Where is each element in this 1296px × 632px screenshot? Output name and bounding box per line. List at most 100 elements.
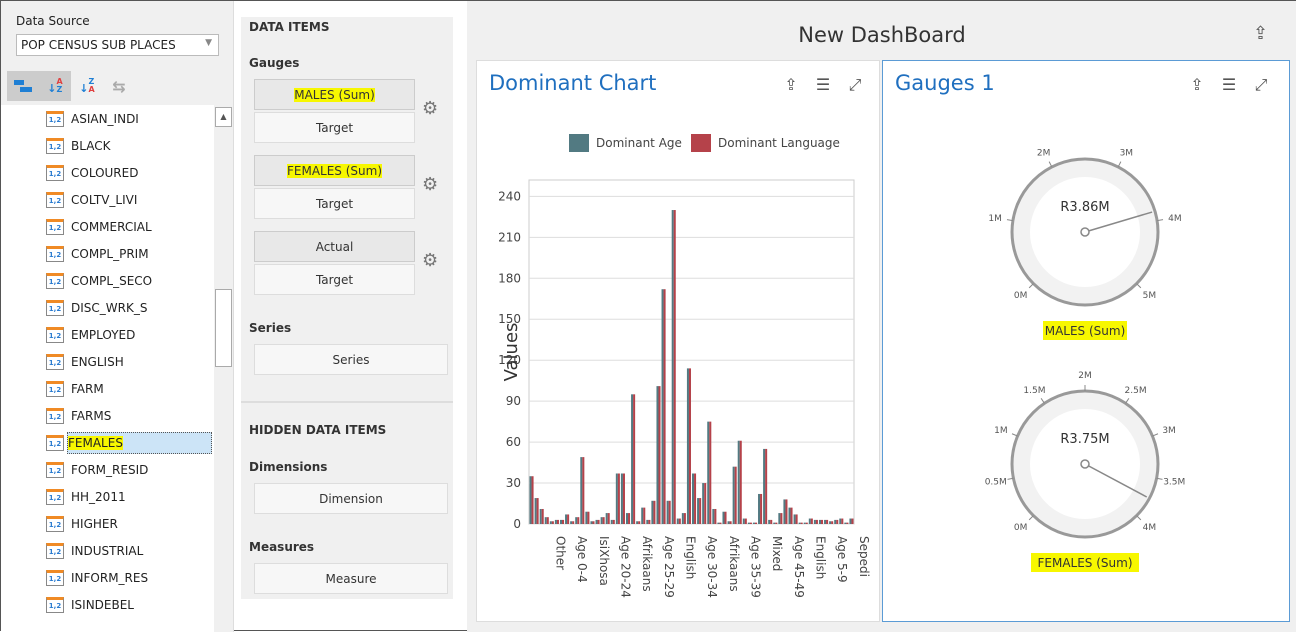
field-item[interactable]: 1,2 BLACK bbox=[46, 135, 212, 157]
data-source-label: Data Source bbox=[16, 14, 90, 28]
field-item[interactable]: 1,2 COMPL_PRIM bbox=[46, 243, 212, 265]
numeric-field-icon: 1,2 bbox=[46, 570, 64, 586]
field-label: INFORM_RES bbox=[71, 571, 149, 585]
field-item[interactable]: 1,2 INDUSTRIAL bbox=[46, 540, 212, 562]
field-item[interactable]: 1,2 FARMS bbox=[46, 405, 212, 427]
bar bbox=[798, 522, 801, 524]
bar bbox=[732, 466, 735, 524]
field-item[interactable]: 1,2 COMMERCIAL bbox=[46, 216, 212, 238]
bar bbox=[770, 519, 773, 524]
field-label: FEMALES bbox=[68, 436, 123, 450]
numeric-field-icon: 1,2 bbox=[46, 543, 64, 559]
gauge-actual-well[interactable]: MALES (Sum) bbox=[254, 79, 415, 110]
export-icon[interactable]: ⇪ bbox=[1253, 23, 1268, 44]
field-item[interactable]: 1,2 ENGLISH bbox=[46, 351, 212, 373]
bar bbox=[773, 522, 776, 524]
field-item[interactable]: 1,2 INFORM_RES bbox=[46, 567, 212, 589]
x-tick-label: Age 20-24 bbox=[619, 536, 633, 598]
bar bbox=[570, 521, 573, 524]
scroll-thumb[interactable] bbox=[215, 289, 232, 367]
field-label: COMPL_PRIM bbox=[71, 247, 149, 261]
field-item[interactable]: 1,2 FARM bbox=[46, 378, 212, 400]
field-label: FARMS bbox=[71, 409, 112, 423]
numeric-field-icon: 1,2 bbox=[46, 489, 64, 505]
hidden-data-items-heading: HIDDEN DATA ITEMS bbox=[249, 423, 387, 437]
y-axis-title: Values bbox=[501, 323, 522, 382]
field-item[interactable]: 1,2 COLTV_LIVI bbox=[46, 189, 212, 211]
gear-icon[interactable]: ⚙ bbox=[422, 174, 438, 195]
gauge-caption: MALES (Sum) bbox=[1045, 324, 1126, 338]
gauge-tick bbox=[1040, 398, 1045, 404]
field-item[interactable]: 1,2 COMPL_SECO bbox=[46, 270, 212, 292]
dimension-well[interactable]: Dimension bbox=[254, 483, 448, 514]
sort-z-a-button[interactable]: ↓Z A bbox=[71, 71, 103, 101]
bar bbox=[729, 521, 732, 524]
data-source-select[interactable]: POP CENSUS SUB PLACES ▼ bbox=[16, 34, 219, 56]
field-item[interactable]: 1,2 ASIAN_INDI bbox=[46, 108, 212, 130]
field-item[interactable]: 1,2 HH_2011 bbox=[46, 486, 212, 508]
bar bbox=[841, 518, 844, 524]
bar bbox=[783, 499, 786, 524]
field-label: ASIAN_INDI bbox=[71, 112, 139, 126]
field-item[interactable]: 1,2 DISC_WRK_S bbox=[46, 297, 212, 319]
gauge-target-well[interactable]: Target bbox=[254, 112, 415, 143]
sort-z-a-icon: ↓Z A bbox=[79, 76, 95, 95]
field-label: FORM_RESID bbox=[71, 463, 149, 477]
field-item[interactable]: 1,2 ISINDEBEL bbox=[46, 594, 212, 616]
bar bbox=[810, 518, 813, 524]
field-list-panel: Data Source POP CENSUS SUB PLACES ▼ ↓A Z ↓… bbox=[1, 1, 234, 632]
scroll-up-icon[interactable]: ▲ bbox=[215, 107, 232, 127]
field-label: ENGLISH bbox=[71, 355, 124, 369]
group-by-type-icon bbox=[14, 80, 32, 92]
field-item[interactable]: 1,2 FEMALES bbox=[46, 432, 212, 454]
bar bbox=[648, 519, 651, 524]
sort-a-z-button[interactable]: ↓A Z bbox=[39, 71, 71, 101]
bar bbox=[575, 517, 578, 524]
field-item[interactable]: 1,2 COLOURED bbox=[46, 162, 212, 184]
numeric-field-icon: 1,2 bbox=[46, 462, 64, 478]
gauge-tick-label: 4M bbox=[1168, 214, 1182, 224]
bar bbox=[754, 522, 758, 524]
bar bbox=[536, 498, 539, 524]
swap-button[interactable]: ⇆ bbox=[103, 71, 135, 101]
gauge-actual-label: FEMALES (Sum) bbox=[286, 163, 383, 178]
gear-icon[interactable]: ⚙ bbox=[422, 250, 438, 271]
gauge-actual-label: Actual bbox=[315, 239, 354, 254]
field-item[interactable]: 1,2 EMPLOYED bbox=[46, 324, 212, 346]
measure-well[interactable]: Measure bbox=[254, 563, 448, 594]
gauge-target-well[interactable]: Target bbox=[254, 188, 415, 219]
gauge-actual-label: MALES (Sum) bbox=[294, 87, 375, 102]
field-item[interactable]: 1,2 HIGHER bbox=[46, 513, 212, 535]
bar bbox=[582, 457, 585, 524]
bar bbox=[763, 448, 766, 524]
gear-icon[interactable]: ⚙ bbox=[422, 98, 438, 119]
bar bbox=[617, 473, 620, 524]
bar bbox=[688, 368, 691, 524]
gauge-actual-well[interactable]: Actual bbox=[254, 231, 415, 262]
field-list-scrollbar[interactable]: ▲ bbox=[214, 105, 233, 632]
gauge-caption: FEMALES (Sum) bbox=[1037, 556, 1132, 570]
series-well[interactable]: Series bbox=[254, 344, 448, 375]
bar bbox=[834, 519, 837, 524]
bar bbox=[656, 386, 659, 524]
gauge-tick-label: 5M bbox=[1143, 291, 1157, 301]
x-tick-label: Age 35-39 bbox=[749, 536, 763, 598]
bar bbox=[658, 386, 661, 524]
dashboard-title: New DashBoard bbox=[798, 23, 966, 47]
bar bbox=[678, 518, 681, 524]
bar bbox=[826, 519, 829, 524]
gauge-actual-well[interactable]: FEMALES (Sum) bbox=[254, 155, 415, 186]
gauge-tick-label: 3.5M bbox=[1163, 477, 1185, 487]
group-by-type-button[interactable] bbox=[7, 71, 39, 101]
bar bbox=[531, 476, 534, 524]
bar bbox=[668, 500, 671, 524]
numeric-field-icon: 1,2 bbox=[46, 246, 64, 262]
bar bbox=[742, 518, 745, 524]
bar bbox=[768, 519, 771, 524]
x-tick-label: Other bbox=[554, 536, 568, 570]
x-tick-label: Age 25-29 bbox=[662, 536, 676, 598]
gauge-target-well[interactable]: Target bbox=[254, 264, 415, 295]
field-item[interactable]: 1,2 FORM_RESID bbox=[46, 459, 212, 481]
gauge-tick-label: 2M bbox=[1078, 371, 1092, 381]
gauge-pivot bbox=[1080, 459, 1090, 469]
